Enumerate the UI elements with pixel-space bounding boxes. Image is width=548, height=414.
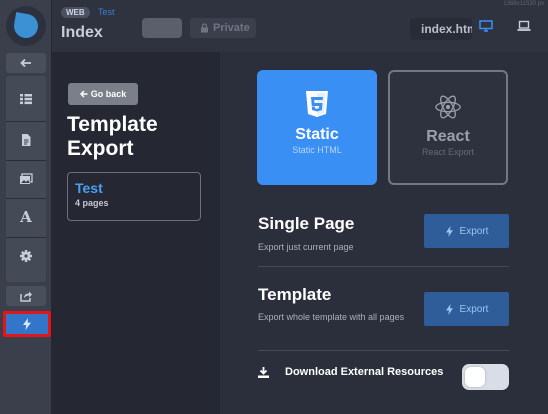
desktop-icon (479, 20, 493, 32)
export-main: Static Static HTML React React Export Si… (220, 52, 548, 414)
export-template-button[interactable]: Export (424, 292, 509, 326)
project-link[interactable]: Test (98, 7, 115, 17)
react-icon (434, 92, 462, 122)
template-section-desc: Export whole template with all pages (258, 312, 405, 322)
download-resources-toggle[interactable] (462, 364, 509, 390)
laptop-icon (517, 20, 531, 31)
page-title: Index (61, 24, 103, 41)
template-page-count: 4 pages (75, 198, 109, 208)
resolution-readout: 1368x11530 px (503, 1, 544, 7)
export-single-label: Export (459, 225, 489, 237)
image-icon (20, 173, 33, 184)
export-type-static[interactable]: Static Static HTML (257, 70, 377, 185)
export-button-active[interactable] (3, 311, 51, 337)
bolt-icon (445, 225, 453, 237)
back-button[interactable] (6, 53, 46, 73)
page-selector-chip[interactable] (142, 18, 182, 38)
platform-badge: WEB (61, 7, 90, 18)
export-type-static-name: Static (295, 126, 339, 143)
desktop-view-button[interactable] (474, 16, 498, 36)
media-button[interactable] (6, 161, 46, 197)
icon-rail: A (0, 0, 52, 414)
settings-button[interactable] (6, 238, 46, 274)
file-name-field[interactable]: index.html (410, 18, 472, 40)
gear-icon (20, 250, 32, 262)
single-page-desc: Export just current page (258, 242, 354, 252)
pages-button[interactable] (6, 122, 46, 158)
html5-icon (303, 90, 331, 120)
export-type-react-name: React (426, 128, 470, 145)
template-section-title: Template (258, 285, 332, 304)
share-icon (20, 291, 32, 302)
export-template-label: Export (459, 303, 489, 315)
private-label: Private (213, 22, 250, 34)
export-type-react[interactable]: React React Export (388, 70, 508, 185)
page-icon (22, 134, 31, 146)
file-name-label: index.html (421, 22, 472, 36)
export-type-static-sub: Static HTML (292, 145, 342, 155)
section-divider (258, 350, 509, 351)
template-card[interactable]: Test 4 pages (67, 172, 201, 221)
share-button[interactable] (6, 286, 46, 306)
private-toggle[interactable]: Private (190, 18, 256, 38)
panel-title: Template Export (67, 113, 158, 160)
layout-button[interactable] (6, 81, 46, 117)
export-type-react-sub: React Export (421, 147, 475, 157)
app-logo (6, 6, 46, 46)
arrow-left-icon (79, 90, 88, 98)
bolt-icon (445, 303, 453, 315)
bolt-icon (23, 318, 31, 330)
lock-icon (201, 23, 208, 33)
back-icon (20, 58, 31, 68)
grid-icon (20, 94, 32, 105)
export-single-page-button[interactable]: Export (424, 214, 509, 248)
typography-button[interactable]: A (6, 199, 46, 235)
export-side-panel: Go back Template Export Test 4 pages (52, 52, 220, 414)
go-back-label: Go back (90, 89, 127, 99)
section-divider (258, 266, 509, 267)
download-resources-label: Download External Resources (285, 366, 444, 378)
top-bar: WEB Test Index Private index.html 1368x1… (52, 0, 548, 52)
font-icon: A (20, 208, 32, 226)
toggle-knob (465, 367, 485, 387)
go-back-button[interactable]: Go back (68, 83, 138, 105)
single-page-title: Single Page (258, 214, 355, 233)
download-icon (258, 367, 269, 378)
laptop-view-button[interactable] (512, 16, 536, 36)
template-name: Test (75, 180, 103, 196)
